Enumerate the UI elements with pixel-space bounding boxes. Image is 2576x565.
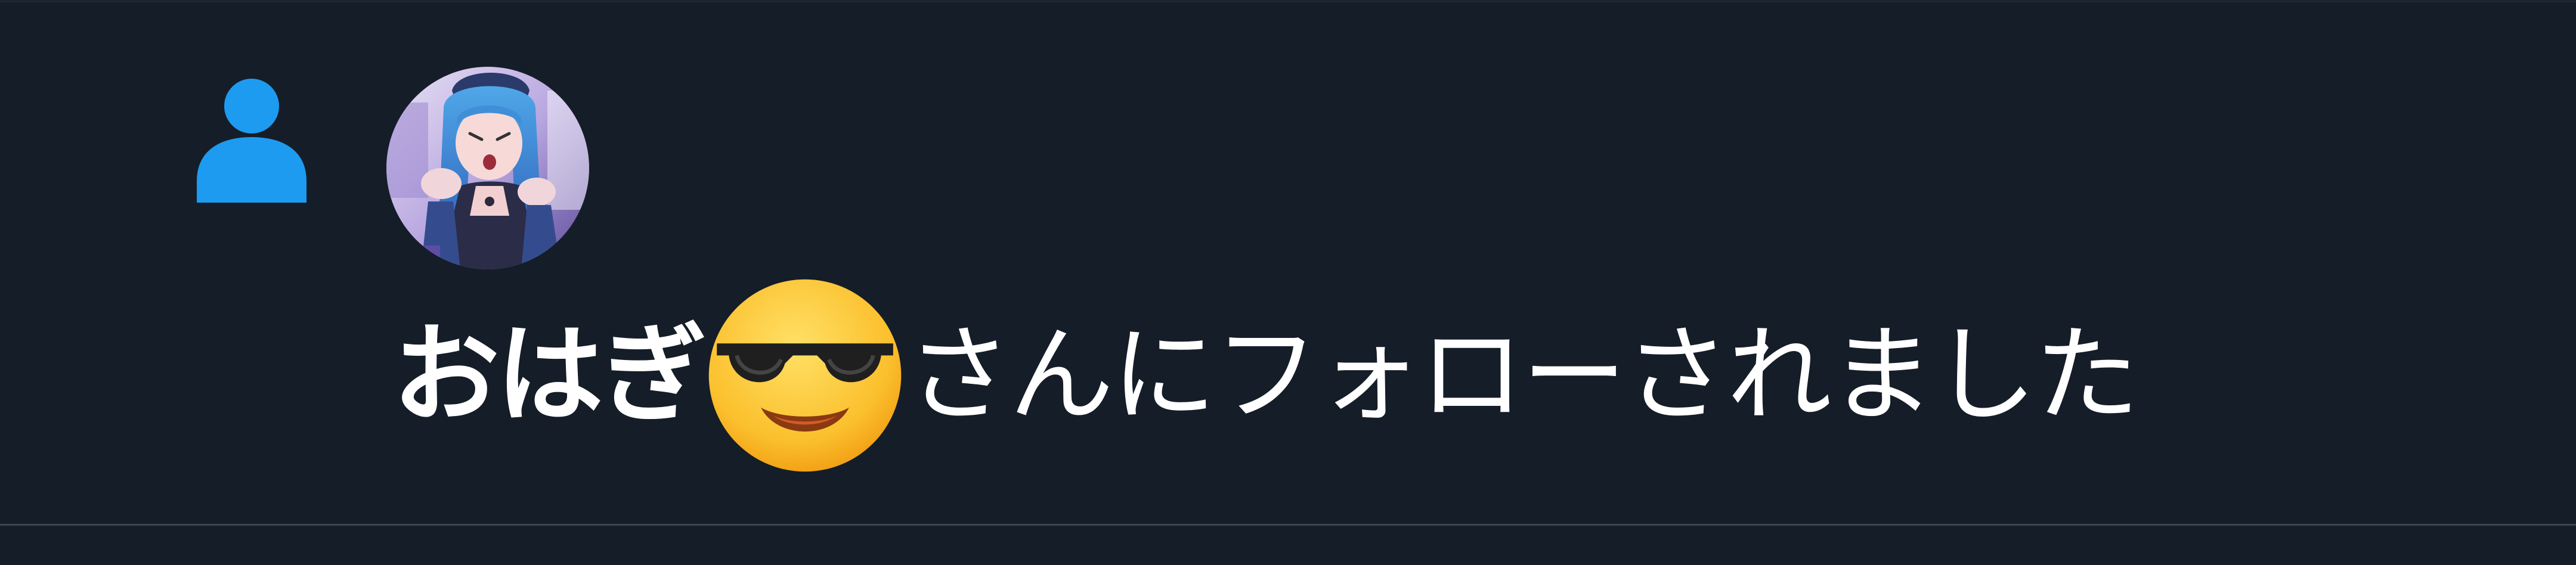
top-divider <box>0 0 2576 2</box>
notification-message: おはぎ さんにフォローされました <box>392 274 2140 477</box>
user-avatar[interactable] <box>386 67 589 269</box>
smiling-face-with-sunglasses-emoji <box>708 279 902 472</box>
follow-action-text: さんにフォローされました <box>906 314 2140 436</box>
user-name[interactable]: おはぎ <box>392 322 707 429</box>
next-item-area <box>0 526 2576 565</box>
follow-notification[interactable]: おはぎ さんにフォローされました <box>0 0 2576 565</box>
person-icon <box>197 79 306 203</box>
